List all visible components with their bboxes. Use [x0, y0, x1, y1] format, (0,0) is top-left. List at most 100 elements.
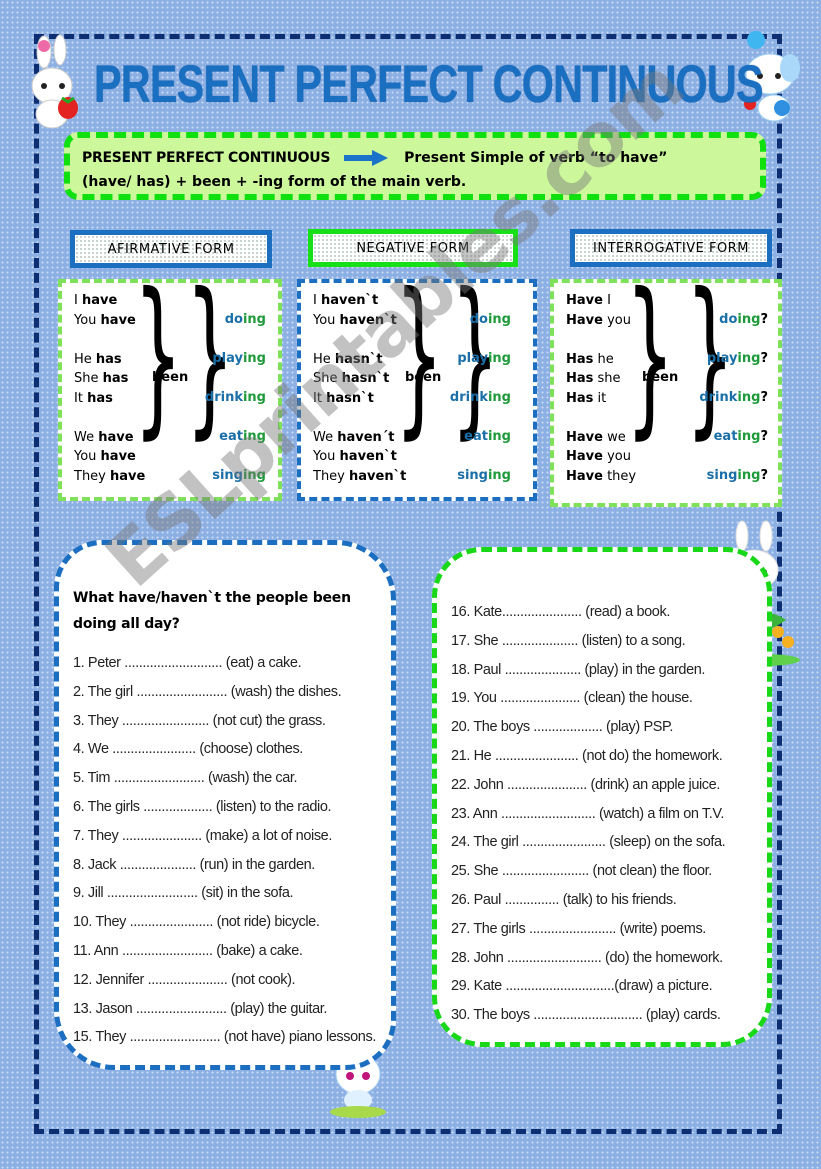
subject-pronoun: he [593, 351, 614, 367]
auxiliary-verb: Have [566, 293, 603, 308]
definition-rule-tail: (have/ has) + been + -ing form of the ma… [82, 174, 467, 190]
been-label: been [405, 370, 442, 385]
subject-pronoun: We [313, 429, 338, 445]
auxiliary-verb: Have [566, 429, 603, 445]
subject-row: They have [74, 467, 145, 487]
auxiliary-verb: haven`t [339, 312, 397, 328]
subject-pronoun: You [313, 312, 340, 328]
auxiliary-verb: hasn`t [334, 351, 383, 367]
page-title: PRESENT PERFECT CONTINUOUS [94, 55, 764, 114]
exercise-item: 27. The girls ........................ (… [451, 920, 706, 937]
ing-verb: eating [205, 427, 266, 466]
ing-suffix: ing [242, 429, 266, 444]
ing-suffix: ing [487, 351, 511, 366]
ing-suffix: ing [487, 429, 511, 444]
subject-pronoun: She [313, 371, 342, 386]
subject-pronoun: They [313, 468, 350, 484]
auxiliary-verb: have [110, 468, 146, 484]
auxiliary-verb: hasn`t [326, 390, 374, 406]
verb-stem: play [706, 351, 738, 366]
verb-stem: sing [212, 468, 243, 483]
subject-pronoun: They [74, 468, 111, 484]
definition-rule-head: Present Simple of verb “to have” [404, 150, 668, 166]
subject-row: Have they [566, 467, 636, 487]
subject-row: They haven`t [313, 467, 406, 487]
ing-verb: eating [450, 427, 511, 466]
definition-box: PRESENT PERFECT CONTINUOUS Present Simpl… [64, 132, 766, 200]
ing-suffix: ing [242, 390, 266, 405]
ing-verb: singing [205, 466, 266, 505]
exercise-item: 28. John .......................... (do)… [451, 949, 723, 966]
definition-label: PRESENT PERFECT CONTINUOUS [82, 150, 331, 166]
exercise-item: 4. We ....................... (choose) c… [73, 741, 303, 758]
auxiliary-verb: have [98, 429, 134, 445]
subject-pronoun: she [593, 371, 621, 386]
auxiliary-verb: have [100, 312, 136, 328]
ing-suffix: ing [242, 468, 266, 483]
subject-pronoun: it [593, 390, 607, 406]
right-brace-icon: } [133, 257, 183, 455]
auxiliary-verb: has [102, 371, 129, 386]
ing-suffix: ing [737, 351, 761, 366]
exercise-item: 15. They ......................... (not … [73, 1029, 376, 1046]
auxiliary-verb: Has [566, 371, 594, 386]
subject-column: I haven`t You haven`t He hasn`t She hasn`t I… [313, 291, 406, 486]
ing-suffix: ing [242, 312, 266, 327]
ing-verb: doing [450, 310, 511, 349]
verb-stem: play [457, 351, 488, 366]
question-mark: ? [760, 390, 768, 405]
ing-suffix: ing [487, 468, 511, 483]
ing-verb: doing? [699, 310, 768, 349]
auxiliary-verb: Has [566, 390, 594, 406]
subject-row: We haven´t [313, 428, 406, 448]
bunny-strawberry-icon [31, 34, 78, 129]
exercise-item: 13. Jason ......................... (pla… [73, 1000, 328, 1017]
auxiliary-verb: has [95, 351, 122, 367]
subject-row: He hasn`t [313, 350, 406, 370]
arrow-right-icon [344, 150, 390, 166]
subject-pronoun: they [602, 468, 637, 484]
exercise-item: 29. Kate ..............................(… [451, 978, 713, 995]
exercise-item: 22. John ...................... (drink) … [451, 776, 720, 793]
subject-row: You haven`t [313, 447, 406, 467]
exercise-item: 5. Tim ......................... (wash) … [73, 770, 298, 787]
auxiliary-verb: hasn`t [341, 371, 390, 386]
subject-pronoun: It [313, 390, 327, 406]
subject-pronoun: You [74, 312, 101, 328]
subject-pronoun: You [74, 449, 101, 464]
exercise-item: 12. Jennifer ...................... (not… [73, 971, 296, 988]
auxiliary-verb: Have [566, 449, 603, 464]
ing-verb: eating? [699, 427, 768, 466]
exercise-item: 9. Jill ......................... (sit) … [73, 885, 294, 902]
exercise-item: 16. Kate...................... (read) a … [451, 604, 670, 620]
auxiliary-verb: Have [566, 312, 603, 328]
question-mark: ? [760, 429, 768, 444]
auxiliary-verb: Have [566, 468, 603, 484]
exercise-question: What have/haven`t the people been doing … [73, 590, 351, 632]
verb-stem: eat [713, 429, 738, 444]
been-label: been [152, 370, 189, 385]
exercise-item: 23. Ann .......................... (watc… [451, 805, 724, 822]
ing-suffix: ing [737, 468, 761, 483]
interrogative-table: Have I Have you Has he Has she Has it Have we… [550, 271, 782, 507]
subject-pronoun: He [74, 351, 96, 367]
subject-pronoun: I [313, 293, 321, 308]
auxiliary-verb: haven`t [320, 293, 379, 308]
exercise-item: 3. They ........................ (not cu… [73, 712, 326, 729]
right-brace-icon: } [394, 257, 444, 455]
ing-verb: drinking [450, 388, 511, 427]
negative-heading-text: NEGATIVE FORM [356, 240, 470, 256]
verb-stem: sing [457, 468, 488, 483]
verb-column: doing playing drinking eating singing [205, 310, 266, 505]
exercise-item: 18. Paul ..................... (play) in… [451, 661, 706, 678]
auxiliary-verb: have [100, 449, 136, 464]
auxiliary-verb: has [87, 390, 113, 406]
right-brace-icon: } [625, 257, 675, 455]
auxiliary-verb: haven`t [339, 449, 397, 464]
subject-row: You haven`t [313, 311, 406, 331]
verb-stem: play [212, 351, 243, 366]
exercise-item: 21. He ....................... (not do) … [451, 747, 723, 764]
verb-stem: drink [699, 390, 738, 405]
ing-verb: singing? [699, 466, 768, 505]
